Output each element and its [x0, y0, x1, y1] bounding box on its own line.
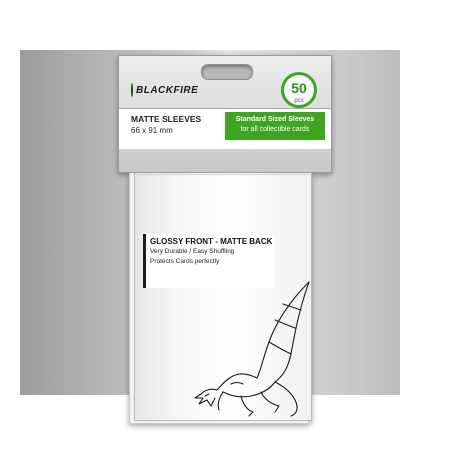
hang-hole-icon: [201, 64, 253, 80]
feature-title: GLOSSY FRONT - MATTE BACK: [150, 237, 273, 246]
count-unit: pcs: [294, 98, 304, 104]
count-value: 50: [291, 80, 307, 96]
feature-line-durable: Very Durable / Easy Shuffling: [150, 248, 235, 255]
brand-logo: BLACKFIRE: [131, 82, 198, 98]
sleeve-type: MATTE SLEEVES: [131, 114, 202, 124]
standard-size-box: Standard Sized Sleeves for all collectib…: [225, 112, 325, 140]
sleeve-opening-edge: [135, 174, 311, 175]
blackfire-logo-icon: [131, 83, 133, 97]
dragon-icon: [194, 281, 310, 417]
count-badge: 50 pcs: [281, 72, 317, 108]
header-card: BLACKFIRE 50 pcs MATTE SLEEVES 66 x 91 m…: [118, 55, 332, 173]
sleeve-stack: GLOSSY FRONT - MATTE BACK Very Durable /…: [129, 159, 312, 424]
standard-size-line: Standard Sized Sleeves: [235, 116, 315, 123]
feature-line-protects: Protects Cards perfectly: [150, 258, 220, 265]
brand-name: BLACKFIRE: [136, 84, 199, 96]
sleeve-package: GLOSSY FRONT - MATTE BACK Very Durable /…: [118, 55, 332, 425]
sleeve-size: 66 x 91 mm: [131, 126, 173, 135]
collectible-cards-line: for all collectible cards: [240, 126, 310, 133]
